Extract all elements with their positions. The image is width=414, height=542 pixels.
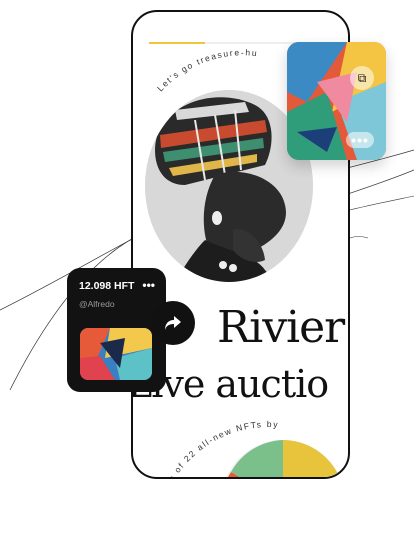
wallet-nft-thumbnail[interactable] (80, 328, 152, 380)
nft-more-button[interactable]: ••• (346, 132, 374, 148)
wallet-card[interactable]: 12.098 HFT ••• @Alfredo (67, 268, 166, 392)
arc-heading-text: Let's go treasure-hu (155, 47, 259, 93)
share-button[interactable] (151, 301, 195, 345)
wallet-username: @Alfredo (79, 299, 115, 309)
wallet-more-icon[interactable]: ••• (142, 278, 155, 292)
wallet-nft-artwork (80, 328, 152, 380)
copy-icon: ⧉ (357, 70, 367, 85)
bottom-pie-graphic (226, 440, 340, 477)
copy-button[interactable]: ⧉ (350, 66, 374, 90)
share-arrow-icon (165, 316, 181, 330)
nft-card[interactable]: ⧉ ••• (287, 42, 386, 160)
headline-line-1: Rivier (217, 302, 345, 353)
